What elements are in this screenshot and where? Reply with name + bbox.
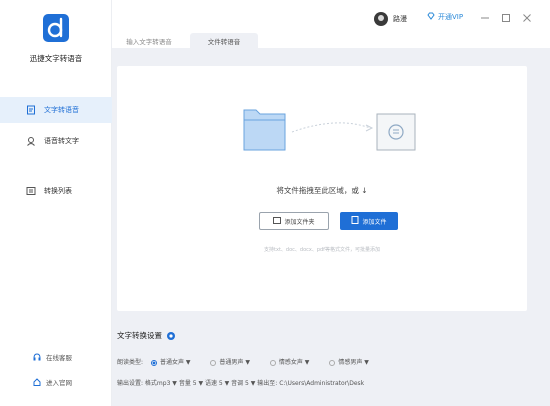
format-hint: 支持txt、doc、docx、pdf等格式文件，可批量添加 [264,247,380,253]
avatar [374,12,388,26]
official-site-link[interactable]: 进入官网 [33,377,72,387]
app-logo-icon [43,14,69,42]
voice-type-label: 朗读类型: [117,359,144,366]
add-folder-button[interactable]: 添加文件夹 [259,212,329,230]
sidebar-item-convert-list[interactable]: 转换列表 [0,178,112,204]
vip-button[interactable]: 开通VIP [427,12,463,22]
vip-label: 开通VIP [438,13,464,21]
settings-title: 文字转换设置 [117,330,176,341]
user-profile[interactable]: 路漫 [374,12,407,26]
add-file-label: 添加文件 [362,218,387,226]
radio-icon [150,359,157,366]
list-icon [26,186,36,196]
headset-icon [33,353,41,361]
voice-option-3[interactable]: 情感女声 ▼ [269,359,310,366]
file-drop-zone[interactable]: 将文件拖拽至此区域，或 ↓ 添加文件夹 添加文件 支持txt、doc、docx、… [117,66,527,311]
drop-instruction: 将文件拖拽至此区域，或 ↓ [276,186,368,195]
add-folder-label: 添加文件夹 [284,218,315,226]
voice-option-label: 情感女声 ▼ [278,359,310,366]
radio-icon [210,359,217,366]
radio-icon [269,359,276,366]
tab-file-to-speech[interactable]: 文件转语音 [190,33,258,48]
folder-icon [273,216,282,226]
voice-option-label: 情感男声 ▼ [338,359,369,366]
maximize-icon[interactable] [500,12,512,24]
sidebar-item-text-to-speech[interactable]: 文字转语音 [0,97,112,123]
voice-option-1[interactable]: 普通女声 ▼ [150,359,191,366]
voice-option-2[interactable]: 普通男声 ▼ [210,359,250,366]
gear-icon[interactable] [166,331,176,341]
add-file-button[interactable]: 添加文件 [340,212,398,230]
diamond-icon [427,12,435,22]
user-name: 路漫 [393,15,407,23]
sidebar-item-label: 语音转文字 [44,137,79,145]
app-name: 迅捷文字转语音 [29,54,83,63]
drag-illustration-icon [243,109,416,151]
minimize-icon[interactable] [479,12,491,24]
close-icon[interactable] [521,12,533,24]
voice-type-row: 朗读类型: 普通女声 ▼ 普通男声 ▼ 情感女声 ▼ 情感男声 ▼ [117,357,369,366]
bottom-link-label: 在线客服 [46,354,72,362]
sidebar: 迅捷文字转语音 文字转语音 语音转文字 转换列表 在线客服 进入官网 [0,0,112,406]
top-bar: 输入文字转语音 文件转语音 路漫 开通VIP [112,0,550,48]
voice-option-label: 普通男声 ▼ [219,359,250,366]
voice-icon [26,136,36,146]
customer-service-link[interactable]: 在线客服 [33,352,72,362]
tab-input-text[interactable]: 输入文字转语音 [114,33,184,48]
settings-title-text: 文字转换设置 [117,331,162,340]
file-icon [351,216,359,226]
text-doc-icon [26,105,36,115]
sidebar-item-label: 转换列表 [44,187,72,195]
voice-option-4[interactable]: 情感男声 ▼ [329,359,369,366]
home-icon [33,378,41,386]
output-settings-row[interactable]: 输出设置: 格式mp3 ▼ 音量 5 ▼ 语速 5 ▼ 音调 5 ▼ 输出至: … [117,378,364,387]
voice-option-label: 普通女声 ▼ [159,359,191,366]
sidebar-item-speech-to-text[interactable]: 语音转文字 [0,128,112,154]
sidebar-item-label: 文字转语音 [44,106,79,114]
radio-icon [329,359,336,366]
bottom-link-label: 进入官网 [46,379,72,387]
